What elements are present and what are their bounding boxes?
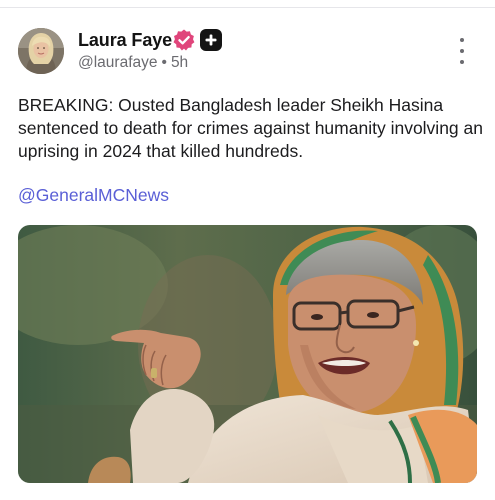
author-avatar[interactable] bbox=[18, 28, 64, 74]
author-display-name[interactable]: Laura Faye bbox=[78, 30, 172, 51]
author-handle[interactable]: @laurafaye bbox=[78, 54, 158, 71]
post-card: Laura Faye @laurafaye • 5h BREAKING: Ouste… bbox=[0, 8, 495, 500]
more-options-button[interactable] bbox=[452, 38, 472, 64]
author-meta: @laurafaye • 5h bbox=[78, 54, 188, 72]
more-vertical-icon bbox=[460, 38, 464, 42]
verified-badge-icon bbox=[172, 28, 196, 52]
meta-separator: • bbox=[161, 54, 167, 71]
plus-badge-icon bbox=[200, 29, 222, 51]
post-body-text: BREAKING: Ousted Bangladesh leader Sheik… bbox=[18, 95, 483, 161]
post-media-image[interactable] bbox=[18, 225, 477, 483]
post-timestamp[interactable]: 5h bbox=[171, 54, 188, 71]
mention-link[interactable]: @GeneralMCNews bbox=[18, 185, 169, 206]
